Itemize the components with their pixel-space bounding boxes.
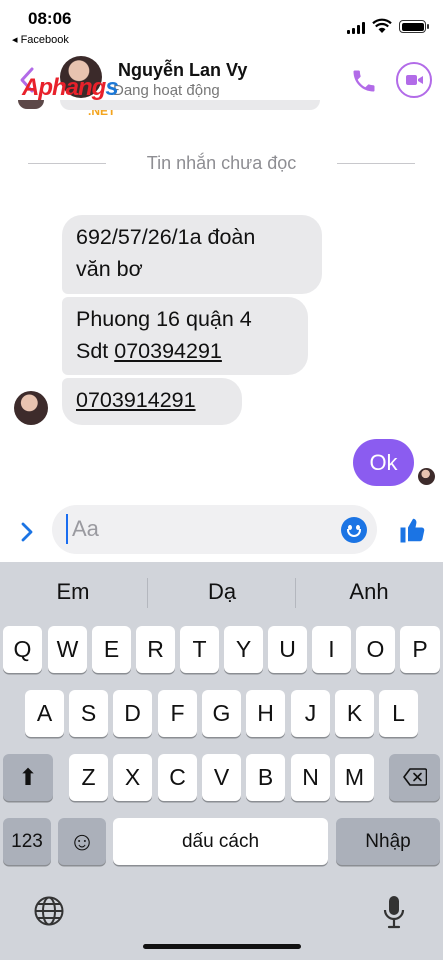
message-composer (0, 500, 443, 562)
unread-divider: Tin nhắn chưa đọc (0, 153, 443, 177)
message-input[interactable] (66, 514, 326, 544)
watermark-brand-main: Aphang (22, 74, 106, 101)
numbers-key[interactable]: 123 (3, 818, 51, 865)
key-x[interactable]: X (113, 754, 152, 801)
phone-number-link[interactable]: 070394291 (114, 339, 222, 363)
globe-icon[interactable] (33, 895, 65, 927)
contact-active-status: Đang hoạt động (113, 82, 220, 99)
battery-icon (399, 20, 429, 33)
key-n[interactable]: N (291, 754, 330, 801)
key-h[interactable]: H (246, 690, 285, 737)
key-r[interactable]: R (136, 626, 175, 673)
message-input-container[interactable] (52, 505, 377, 554)
status-bar: 08:06 ◂ Facebook (0, 0, 443, 46)
key-d[interactable]: D (113, 690, 152, 737)
key-q[interactable]: Q (3, 626, 42, 673)
key-m[interactable]: M (335, 754, 374, 801)
status-time: 08:06 (28, 9, 72, 28)
messenger-chat-screen: 08:06 ◂ Facebook Nguyễn Lan Vy Đang hoạt… (0, 0, 443, 960)
return-key[interactable]: Nhập (336, 818, 440, 865)
microphone-icon[interactable] (383, 895, 405, 929)
key-t[interactable]: T (180, 626, 219, 673)
shift-key[interactable]: ⬆ (3, 754, 53, 801)
key-o[interactable]: O (356, 626, 395, 673)
phone-call-icon[interactable] (350, 67, 378, 95)
predictive-bar: Em Dạ Anh (0, 562, 443, 622)
message-line: 692/57/26/1a đoàn (76, 225, 256, 249)
key-j[interactable]: J (291, 690, 330, 737)
incoming-message-phone[interactable]: 0703914291 (62, 378, 242, 425)
delete-key[interactable] (389, 754, 440, 801)
message-list[interactable]: Tin nhắn chưa đọc 692/57/26/1a đoàn văn … (0, 100, 443, 500)
contact-name[interactable]: Nguyễn Lan Vy (118, 60, 247, 81)
seen-receipt-avatar (418, 468, 435, 485)
backspace-icon (402, 768, 427, 786)
watermark-brand-s: s (105, 74, 118, 101)
key-u[interactable]: U (268, 626, 307, 673)
outgoing-message-bubble[interactable]: Ok (353, 439, 414, 486)
message-line: Phuong 16 quận 4 (76, 307, 252, 331)
key-p[interactable]: P (400, 626, 440, 673)
incoming-message-ward-phone[interactable]: Phuong 16 quận 4 Sdt 070394291 (62, 297, 308, 375)
key-w[interactable]: W (48, 626, 87, 673)
phone-number-link[interactable]: 0703914291 (76, 388, 196, 412)
sender-avatar[interactable] (14, 391, 48, 425)
ios-keyboard: Em Dạ Anh Q W E R T Y U I O P A S D F G … (0, 562, 443, 960)
emoji-keyboard-key[interactable]: ☺ (58, 818, 106, 865)
key-s[interactable]: S (69, 690, 108, 737)
previous-message-bubble[interactable] (60, 100, 320, 110)
suggestion-2[interactable]: Dạ (152, 579, 292, 605)
video-call-icon[interactable] (396, 62, 432, 98)
incoming-message-address[interactable]: 692/57/26/1a đoàn văn bơ (62, 215, 322, 294)
key-e[interactable]: E (92, 626, 131, 673)
space-key[interactable]: dấu cách (113, 818, 328, 865)
key-a[interactable]: A (25, 690, 64, 737)
key-c[interactable]: C (158, 754, 197, 801)
thumbs-up-icon[interactable] (398, 515, 428, 545)
suggestion-1[interactable]: Em (3, 579, 143, 605)
signal-icon (347, 22, 365, 34)
watermark-logo: Aphangs (22, 74, 119, 102)
message-prefix: Sdt (76, 339, 115, 363)
key-f[interactable]: F (158, 690, 197, 737)
key-b[interactable]: B (246, 754, 285, 801)
key-k[interactable]: K (335, 690, 374, 737)
key-g[interactable]: G (202, 690, 241, 737)
key-v[interactable]: V (202, 754, 241, 801)
message-line: văn bơ (76, 257, 143, 281)
emoji-icon[interactable] (341, 517, 367, 543)
wifi-icon (372, 18, 392, 33)
key-l[interactable]: L (379, 690, 418, 737)
key-z[interactable]: Z (69, 754, 108, 801)
key-i[interactable]: I (312, 626, 351, 673)
expand-actions-chevron-icon[interactable] (18, 520, 36, 544)
suggestion-3[interactable]: Anh (299, 579, 439, 605)
home-indicator[interactable] (143, 944, 301, 949)
key-y[interactable]: Y (224, 626, 263, 673)
previous-sender-avatar (18, 100, 44, 109)
unread-divider-label: Tin nhắn chưa đọc (146, 153, 297, 173)
